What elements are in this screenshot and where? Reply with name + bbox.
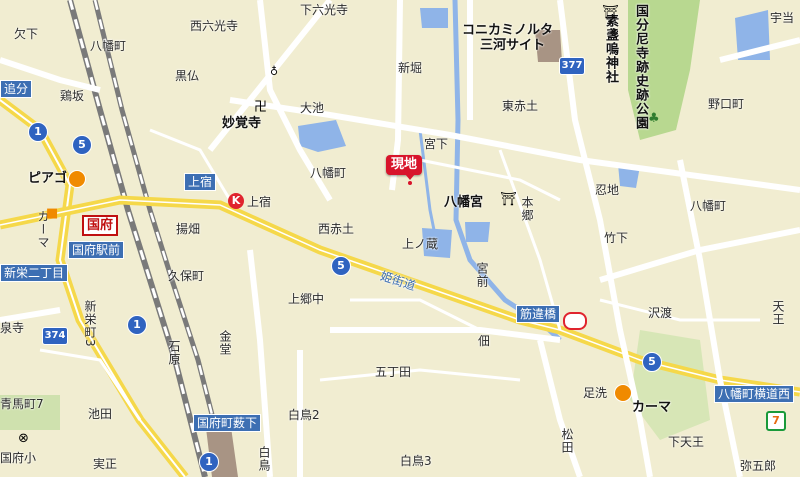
place-label: カーマ [632,400,672,415]
place-label: 弥五郎 [740,459,777,473]
place-label: 素盞嗚神社 [603,14,618,84]
place-label: 大池 [300,101,325,115]
place-label: 宮前 [475,262,489,288]
place-label: 八幡町 [310,166,347,180]
route-1-shield: 1 [199,452,219,472]
place-label: 上郷中 [288,292,325,306]
intersection-label: 国府町薮下 [193,414,262,432]
school-icon: ⊗ [18,431,29,446]
shop-icon[interactable] [68,170,86,188]
gas-station-icon[interactable] [563,312,587,330]
intersection-label: 新栄二丁目 [0,264,69,282]
marker-pointer [405,174,415,185]
place-label: 沢渡 [648,306,673,320]
place-label: 足洗 [583,386,608,400]
temple-icon: 卍 [254,100,268,115]
place-label: 竹下 [604,231,629,245]
place-label: 国分尼寺跡史跡公園 [633,4,648,130]
place-label: 石原 [167,340,181,366]
intersection-label: 追分 [0,80,33,98]
monument-icon: ♁ [270,65,279,78]
intersection-label: 八幡町横道西 [714,385,795,403]
place-label: 実正 [93,457,118,471]
place-label: 西六光寺 [190,19,239,33]
shrine-gate-icon: ⛩ [500,192,517,207]
place-label: 欠下 [14,27,39,41]
place-label: 八幡町 [690,199,727,213]
place-label: 泉寺 [0,321,25,335]
shrine-gate-icon: ⛩ [602,5,619,20]
place-label: 上宿 [247,195,272,209]
place-label: 鶏坂 [60,89,85,103]
park-icon: ♣ [648,111,660,126]
place-label: 新堀 [398,61,423,75]
place-label: 上ノ蔵 [402,237,439,251]
place-label: 天王 [771,300,785,326]
shop-icon[interactable] [614,384,632,402]
place-label: 野口町 [708,97,745,111]
place-label: 五丁田 [375,365,412,379]
place-label: 松田 [560,428,574,454]
place-label: コニカミノルタ [462,23,554,38]
kokufu-station[interactable]: 国府 [82,215,119,236]
place-label: 本郷 [520,196,534,222]
place-label: 下六光寺 [300,3,349,17]
circle-k-icon[interactable]: K [228,193,244,209]
route-377-shield: 377 [559,57,585,75]
place-label: 八幡宮 [444,195,484,210]
route-5-shield: 5 [72,135,92,155]
intersection-label: 上宿 [184,173,217,191]
place-label: 白鳥 [257,446,271,472]
place-label: 国府小 [0,451,37,465]
route-1-shield: 1 [28,122,48,142]
place-label: 西赤土 [318,222,355,236]
place-label: 下天王 [668,435,705,449]
target-marker[interactable]: 現地 [386,155,423,175]
place-label: 佃 [478,334,491,348]
place-label: ピアゴ [28,171,68,186]
route-5-shield: 5 [331,256,351,276]
place-label: 東赤土 [502,99,539,113]
place-label: 黒仏 [175,69,200,83]
map-canvas[interactable]: 1 1 1 5 5 5 374 377 欠下 八幡町 西六光寺 下六光寺 コニカ… [0,0,800,477]
place-label: 八幡町 [90,39,127,53]
place-label: 宮下 [424,137,449,151]
place-label: 青馬町7 [0,397,44,411]
route-374-shield: 374 [42,327,68,345]
place-label: 忍地 [595,183,620,197]
intersection-label: 国府駅前 [68,241,125,259]
place-label: 白鳥2 [288,408,320,422]
route-1-shield: 1 [127,315,147,335]
place-label: 金堂 [218,330,232,356]
place-label: 池田 [88,407,113,421]
intersection-label: 筋違橋 [516,305,561,323]
place-label: 妙覚寺 [222,116,262,131]
place-label: 揚畑 [176,222,201,236]
place-label: 白鳥3 [400,454,432,468]
store-icon: ■ [46,206,59,221]
place-label: 新栄町3 [83,300,97,348]
place-label: 宇当 [770,11,795,25]
route-5-shield: 5 [642,352,662,372]
place-label: 三河サイト [480,38,546,53]
place-label: 久保町 [168,269,205,283]
seven-eleven-icon[interactable]: 7 [766,411,786,431]
